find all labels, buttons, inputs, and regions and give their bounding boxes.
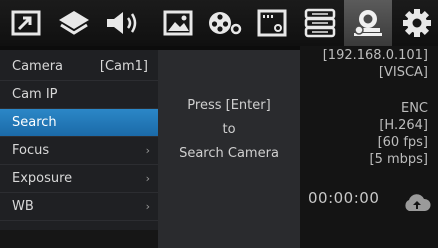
menu-footer xyxy=(0,230,158,248)
cloud-upload-icon xyxy=(402,192,432,216)
menu-item-camera[interactable]: Camera [Cam1] xyxy=(0,53,158,81)
image-icon[interactable] xyxy=(158,0,198,46)
speaker-icon[interactable] xyxy=(100,0,144,46)
ip-address-text: [192.168.0.101] xyxy=(322,48,428,63)
film-reel-icon[interactable] xyxy=(202,0,246,46)
video-settings-icon[interactable] xyxy=(252,0,292,46)
camera-info-panel: [192.168.0.101] [VISCA] ENC [H.264] [60 … xyxy=(300,46,438,248)
gear-icon[interactable] xyxy=(396,0,438,46)
menu-item-focus[interactable]: Focus › xyxy=(0,137,158,165)
encoder-label: ENC xyxy=(400,101,428,116)
protocol-text: [VISCA] xyxy=(378,65,428,80)
menu-item-label: Cam IP xyxy=(12,87,58,102)
dialog-line-2: to xyxy=(222,122,236,137)
chevron-right-icon: › xyxy=(145,144,150,157)
camera-settings-icon[interactable] xyxy=(344,0,392,46)
network-storage-icon[interactable] xyxy=(298,0,342,46)
search-camera-dialog: Press [Enter] to Search Camera xyxy=(158,50,300,248)
menu-item-value: [Cam1] xyxy=(99,59,148,74)
menu-item-label: Camera xyxy=(12,59,64,74)
codec-text: [H.264] xyxy=(379,118,428,133)
menu-item-label: Focus xyxy=(12,143,50,158)
chevron-right-icon: › xyxy=(145,200,150,213)
menu-item-label: Exposure xyxy=(12,171,73,186)
toolbar xyxy=(0,0,438,46)
menu-item-search[interactable]: Search xyxy=(0,109,158,137)
menu-item-exposure[interactable]: Exposure › xyxy=(0,165,158,193)
bitrate-text: [5 mbps] xyxy=(369,152,429,167)
menu-item-label: Search xyxy=(12,115,57,130)
layers-icon[interactable] xyxy=(52,0,96,46)
menu-item-label: WB xyxy=(12,199,34,214)
timecode-text: 00:00:00 xyxy=(308,189,380,207)
picture-in-picture-icon[interactable] xyxy=(6,0,46,46)
dialog-line-3: Search Camera xyxy=(179,146,279,161)
menu-item-wb[interactable]: WB › xyxy=(0,193,158,221)
settings-menu: Camera [Cam1] Cam IP Search Focus › Expo… xyxy=(0,50,158,230)
menu-item-cam-ip[interactable]: Cam IP xyxy=(0,81,158,109)
fps-text: [60 fps] xyxy=(377,135,428,150)
chevron-right-icon: › xyxy=(145,172,150,185)
dialog-line-1: Press [Enter] xyxy=(187,98,271,113)
